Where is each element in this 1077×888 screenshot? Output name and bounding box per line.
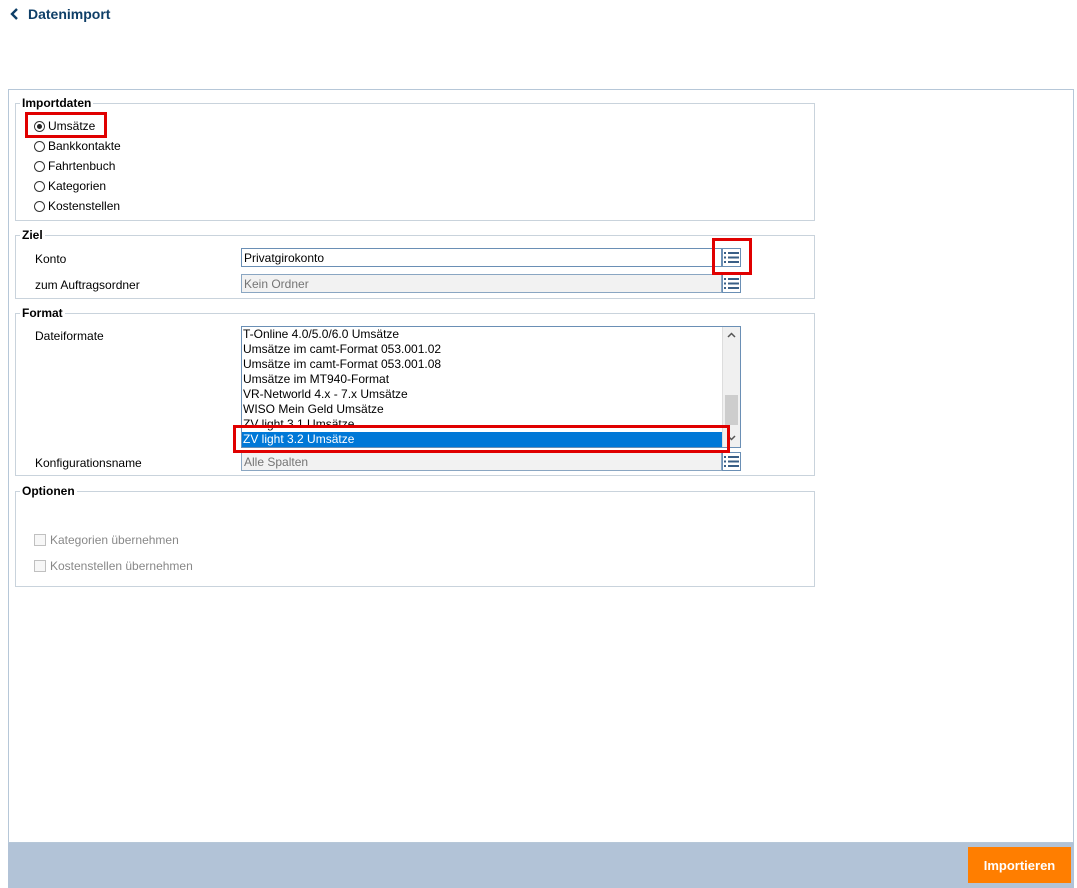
radio-label-fahrtenbuch: Fahrtenbuch: [48, 159, 116, 173]
ziel-title: Ziel: [20, 228, 45, 242]
page-title: Datenimport: [28, 6, 111, 22]
radio-button[interactable]: [34, 140, 45, 152]
list-item[interactable]: T-Online 4.0/5.0/6.0 Umsätze: [242, 327, 723, 342]
footer-bar: Importieren: [8, 843, 1074, 888]
importdaten-group: [15, 103, 815, 221]
list-icon: [724, 278, 739, 289]
konto-label: Konto: [35, 252, 67, 266]
list-item[interactable]: Umsätze im camt-Format 053.001.08: [242, 357, 723, 372]
auftragsordner-field[interactable]: [241, 274, 722, 293]
konfigurationsname-field[interactable]: [241, 452, 722, 471]
radio-button[interactable]: [34, 160, 45, 172]
konfigurationsname-list-button[interactable]: [722, 452, 741, 471]
list-item[interactable]: VR-Networld 4.x - 7.x Umsätze: [242, 387, 723, 402]
list-item-selected[interactable]: ZV light 3.2 Umsätze: [242, 432, 723, 447]
radio-kostenstellen[interactable]: Kostenstellen: [34, 198, 120, 214]
konto-field[interactable]: [241, 248, 722, 267]
scroll-down-icon: [727, 435, 736, 441]
back-button[interactable]: Datenimport: [8, 6, 110, 22]
radio-button[interactable]: [34, 180, 45, 192]
auftragsordner-label: zum Auftragsordner: [35, 278, 140, 292]
listbox-items: T-Online 4.0/5.0/6.0 Umsätze Umsätze im …: [242, 327, 723, 447]
format-title: Format: [20, 306, 65, 320]
radio-kategorien[interactable]: Kategorien: [34, 178, 106, 194]
checkbox-label-kostenstellen: Kostenstellen übernehmen: [50, 559, 193, 573]
header: Datenimport: [0, 0, 1077, 40]
radio-fahrtenbuch[interactable]: Fahrtenbuch: [34, 158, 115, 174]
listbox-scrollbar[interactable]: [722, 327, 740, 447]
import-button[interactable]: Importieren: [968, 847, 1071, 883]
list-icon: [724, 456, 739, 467]
checkbox-kostenstellen[interactable]: Kostenstellen übernehmen: [34, 559, 193, 573]
radio-button-checked[interactable]: [34, 120, 45, 132]
list-item[interactable]: ZV light 3.1 Umsätze: [242, 417, 723, 432]
list-icon: [724, 252, 739, 263]
radio-umsaetze[interactable]: Umsätze: [34, 118, 95, 134]
radio-label-umsaetze: Umsätze: [48, 119, 96, 133]
radio-label-kategorien: Kategorien: [48, 179, 107, 193]
radio-button[interactable]: [34, 200, 45, 212]
checkbox[interactable]: [34, 534, 46, 546]
checkbox-kategorien[interactable]: Kategorien übernehmen: [34, 533, 179, 547]
radio-label-kostenstellen: Kostenstellen: [48, 199, 121, 213]
checkbox-label-kategorien: Kategorien übernehmen: [50, 533, 179, 547]
konto-list-button[interactable]: [722, 248, 741, 267]
scroll-up-icon: [727, 332, 736, 338]
dateiformate-listbox[interactable]: T-Online 4.0/5.0/6.0 Umsätze Umsätze im …: [241, 326, 741, 448]
chevron-left-icon: [8, 7, 22, 21]
auftragsordner-list-button[interactable]: [722, 274, 741, 293]
optionen-title: Optionen: [20, 484, 77, 498]
list-item[interactable]: Umsätze im camt-Format 053.001.02: [242, 342, 723, 357]
scroll-thumb[interactable]: [725, 395, 738, 425]
checkbox[interactable]: [34, 560, 46, 572]
list-item[interactable]: Umsätze im MT940-Format: [242, 372, 723, 387]
dateiformate-label: Dateiformate: [35, 329, 104, 343]
importdaten-title: Importdaten: [20, 96, 94, 110]
radio-label-bankkontakte: Bankkontakte: [48, 139, 121, 153]
list-item[interactable]: WISO Mein Geld Umsätze: [242, 402, 723, 417]
radio-bankkontakte[interactable]: Bankkontakte: [34, 138, 121, 154]
konfigurationsname-label: Konfigurationsname: [35, 456, 142, 470]
